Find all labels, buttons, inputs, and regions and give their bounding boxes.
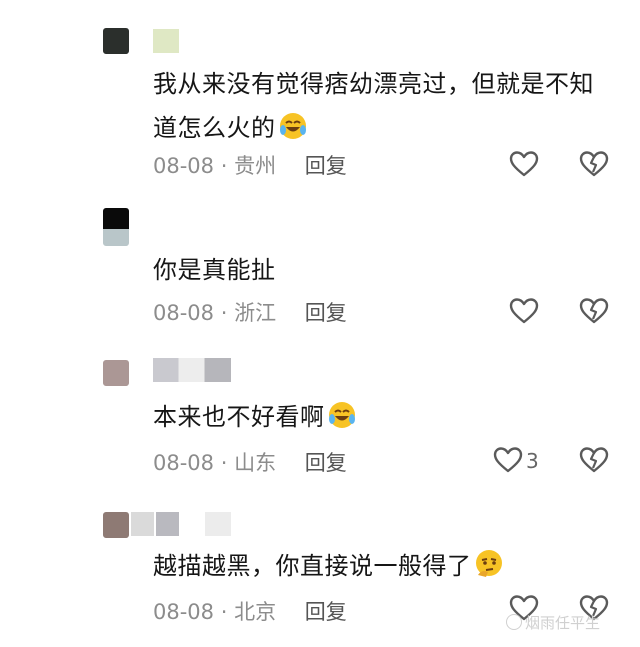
comment-meta: 08-08 · 山东 回复: [153, 447, 347, 477]
avatar[interactable]: [103, 28, 129, 54]
comment-text: 越描越黑，你直接说一般得了: [153, 544, 613, 588]
comment-text: 我从来没有觉得痞幼漂亮过，但就是不知道怎么火的: [153, 62, 613, 150]
username-blurred[interactable]: [153, 29, 179, 53]
comment-location: 山东: [234, 451, 277, 475]
username-blurred[interactable]: [205, 512, 231, 536]
broken-heart-icon[interactable]: [578, 148, 610, 180]
avatar[interactable]: [103, 512, 129, 538]
comment-date: 08-08: [153, 154, 215, 178]
comment-meta: 08-08 · 贵州 回复: [153, 150, 347, 180]
laughing-crying-emoji-icon: [279, 113, 306, 139]
comment-body: 越描越黑，你直接说一般得了: [153, 552, 472, 580]
comment-text: 本来也不好看啊: [153, 395, 613, 439]
comment-meta: 08-08 · 北京 回复: [153, 596, 347, 626]
thinking-emoji-icon: [475, 550, 502, 577]
comment-body: 你是真能扯: [153, 256, 276, 284]
watermark-text: 烟雨任平生: [525, 614, 601, 632]
reply-button[interactable]: 回复: [305, 451, 347, 475]
meta-separator: ·: [220, 301, 228, 325]
laughing-crying-emoji-icon: [328, 402, 355, 428]
watermark: 烟雨任平生: [506, 612, 600, 633]
meta-separator: ·: [220, 154, 228, 178]
comment-location: 贵州: [234, 154, 277, 178]
reply-button[interactable]: 回复: [305, 154, 347, 178]
comment-location: 浙江: [234, 301, 277, 325]
comment-date: 08-08: [153, 301, 215, 325]
broken-heart-icon[interactable]: [578, 295, 610, 327]
comment-text: 你是真能扯: [153, 248, 613, 292]
broken-heart-icon[interactable]: [578, 444, 610, 476]
meta-separator: ·: [220, 451, 228, 475]
username-blurred[interactable]: [131, 512, 179, 536]
username-blurred[interactable]: [153, 358, 231, 382]
heart-icon[interactable]: [508, 295, 540, 327]
reply-button[interactable]: 回复: [305, 600, 347, 624]
like-count: 3: [526, 449, 539, 473]
avatar[interactable]: [103, 208, 129, 246]
heart-icon[interactable]: [492, 444, 524, 476]
heart-icon[interactable]: [508, 148, 540, 180]
meta-separator: ·: [220, 600, 228, 624]
comment-body: 我从来没有觉得痞幼漂亮过，但就是不知道怎么火的: [153, 70, 594, 142]
comment-date: 08-08: [153, 451, 215, 475]
avatar[interactable]: [103, 360, 129, 386]
comment-date: 08-08: [153, 600, 215, 624]
reply-button[interactable]: 回复: [305, 301, 347, 325]
comment-body: 本来也不好看啊: [153, 403, 325, 431]
comment-meta: 08-08 · 浙江 回复: [153, 297, 347, 327]
watermark-logo-icon: [506, 614, 522, 630]
comment-location: 北京: [234, 600, 277, 624]
